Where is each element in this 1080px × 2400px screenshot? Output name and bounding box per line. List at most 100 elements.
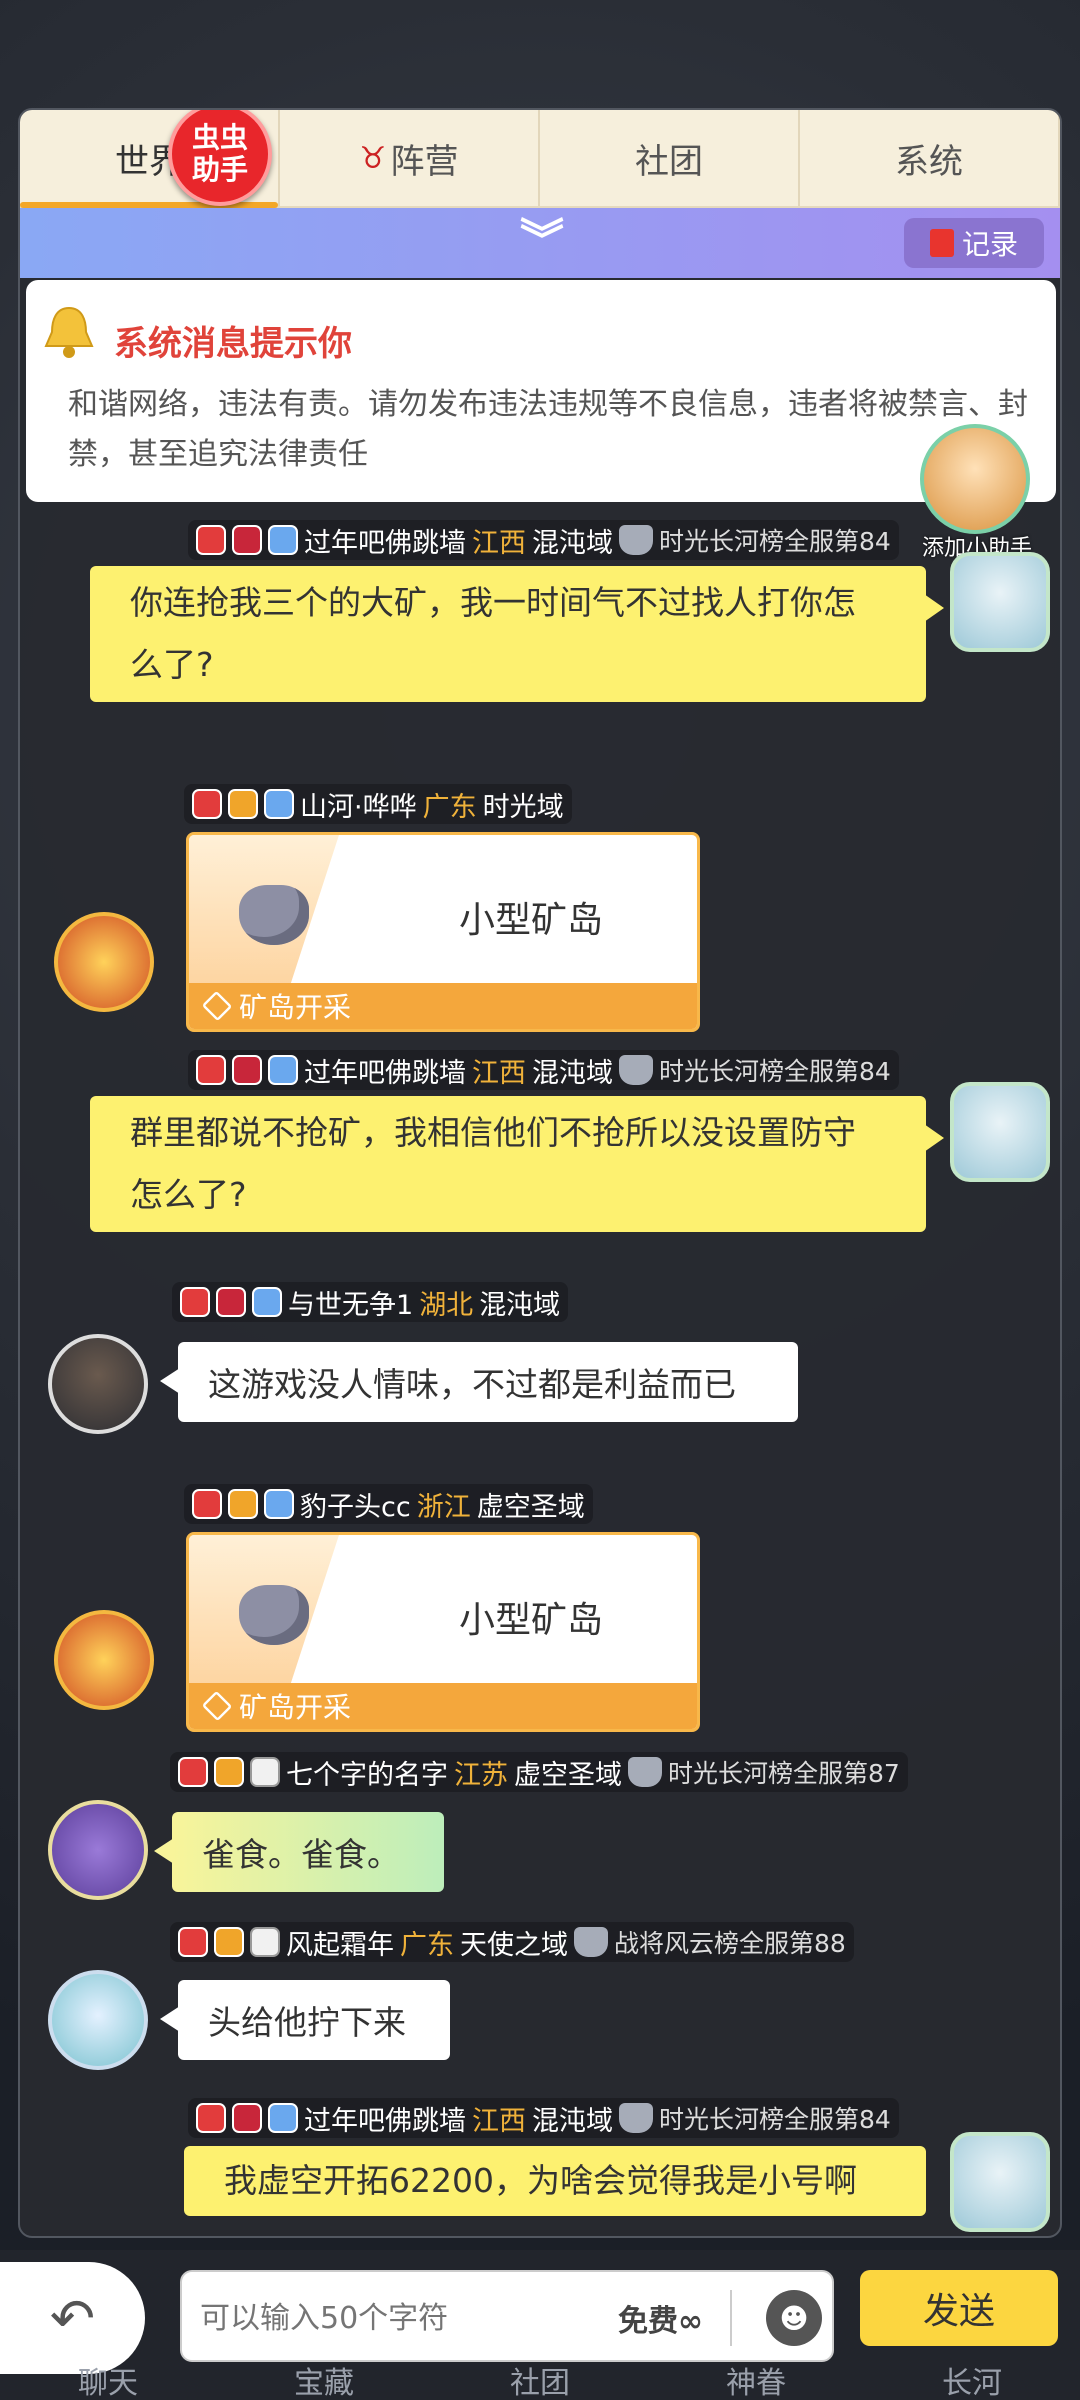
avatar[interactable] — [54, 912, 154, 1012]
avatar[interactable] — [950, 1082, 1050, 1182]
sender-server: 时光域 — [482, 791, 564, 823]
message-bubble: 这游戏没人情味，不过都是利益而已 — [160, 1342, 798, 1422]
system-notice: 系统消息提示你 和谐网络，违法有责。请勿发布违法违规等不良信息，违者将被禁言、封… — [26, 280, 1056, 502]
rank-text: 时光长河榜全服第84 — [659, 2105, 891, 2134]
message-bubble: 头给他拧下来 — [160, 1980, 450, 2060]
trophy-icon — [619, 525, 653, 555]
rank-label: 战将风云榜全服第88 — [574, 1924, 846, 1960]
add-helper-avatar[interactable] — [920, 424, 1030, 534]
male-icon — [252, 1287, 282, 1317]
sender-server: 虚空圣域 — [476, 1491, 585, 1523]
ore-island-card[interactable]: 小型矿岛 矿岛开采 — [186, 832, 700, 1032]
sender-server: 混沌域 — [532, 527, 613, 559]
input-bar: ↶ 免费∞ ☻ 发送 聊天 宝藏 社团 神眷 长河 — [0, 2250, 1080, 2400]
avatar[interactable] — [48, 1970, 148, 2070]
sender-name[interactable]: 与世无争1 — [288, 1283, 413, 1322]
rank-label: 时光长河榜全服第84 — [619, 522, 891, 558]
ore-island-card[interactable]: 小型矿岛 矿岛开采 — [186, 1532, 700, 1732]
vip-badge-icon — [214, 1757, 244, 1787]
sender-name[interactable]: 过年吧佛跳墙 — [304, 2099, 466, 2138]
nav-treasure[interactable]: 宝藏 — [294, 2358, 354, 2400]
sender-province: 广东 — [422, 791, 477, 823]
vip-badge-icon — [228, 789, 258, 819]
rank-text: 时光长河榜全服第84 — [659, 527, 891, 556]
helper-badge-label: 虫虫 助手 — [191, 121, 248, 186]
nav-chat[interactable]: 聊天 — [78, 2358, 138, 2400]
sender-name[interactable]: 豹子头cc — [300, 1485, 411, 1524]
notice-title: 系统消息提示你 — [114, 324, 352, 364]
collapse-bar[interactable]: ︾ 记录 — [20, 208, 1060, 278]
sender-province: 湖北 — [419, 1289, 474, 1321]
rank-text: 时光长河榜全服第87 — [668, 1759, 900, 1788]
message-bubble: 群里都说不抢矿，我相信他们不抢所以没设置防守怎么了? — [90, 1096, 944, 1232]
male-icon — [268, 2103, 298, 2133]
chevron-down-icon[interactable]: ︾ — [520, 216, 564, 266]
level-badge-icon — [178, 1927, 208, 1957]
male-icon — [268, 1055, 298, 1085]
message-meta: 过年吧佛跳墙 江西 混沌域 时光长河榜全服第84 — [188, 520, 899, 560]
tab-system[interactable]: 系统 — [800, 110, 1060, 206]
message-meta: 过年吧佛跳墙 江西 混沌域 时光长河榜全服第84 — [188, 1050, 899, 1090]
send-button[interactable]: 发送 — [860, 2270, 1058, 2346]
avatar[interactable] — [48, 1334, 148, 1434]
tab-camp[interactable]: ♉ 阵营 — [280, 110, 540, 206]
notice-body: 和谐网络，违法有责。请勿发布违法违规等不良信息，违者将被禁言、封禁，甚至追究法律… — [68, 387, 1028, 472]
tab-club[interactable]: 社团 — [540, 110, 800, 206]
trophy-icon — [619, 2103, 653, 2133]
male-icon — [268, 525, 298, 555]
sender-server: 混沌域 — [532, 2105, 613, 2137]
camp-badge-icon — [232, 1055, 262, 1085]
avatar[interactable] — [950, 552, 1050, 652]
sender-server: 虚空圣域 — [514, 1759, 622, 1791]
bell-icon — [44, 306, 94, 358]
free-label: 免费∞ — [618, 2304, 703, 2339]
vip-badge-icon — [228, 1489, 258, 1519]
level-badge-icon — [192, 789, 222, 819]
nav-club[interactable]: 社团 — [510, 2358, 570, 2400]
avatar[interactable] — [54, 1610, 154, 1710]
nav-blessing[interactable]: 神眷 — [726, 2358, 786, 2400]
sender-name[interactable]: 过年吧佛跳墙 — [304, 521, 466, 560]
sender-province: 江西 — [472, 527, 526, 559]
sender-province: 江西 — [472, 1057, 526, 1089]
input-divider — [730, 2290, 732, 2346]
message-meta: 与世无争1 湖北 混沌域 — [172, 1282, 569, 1322]
tab-camp-label: 阵营 — [390, 141, 459, 182]
sender-province: 江苏 — [454, 1759, 508, 1791]
record-icon — [929, 229, 954, 257]
chat-panel: 世界 ♉ 阵营 社团 系统 虫虫 助手 ︾ 记录 系统消息提示你 和谐网络，违法有… — [18, 108, 1062, 2238]
chat-input[interactable] — [200, 2290, 600, 2346]
rank-text: 战将风云榜全服第88 — [614, 1929, 846, 1958]
ore-card-title: 小型矿岛 — [459, 900, 604, 941]
message-meta: 七个字的名字 江苏 虚空圣域 时光长河榜全服第87 — [170, 1752, 908, 1792]
sender-name[interactable]: 风起霜年 — [286, 1923, 394, 1962]
ore-card-footer: 矿岛开采 — [189, 983, 697, 1029]
ore-rock-icon — [239, 1585, 309, 1645]
trophy-icon — [574, 1927, 608, 1957]
record-button[interactable]: 记录 — [904, 218, 1044, 268]
chat-input-box[interactable]: 免费∞ ☻ — [180, 2270, 834, 2362]
avatar[interactable] — [950, 2132, 1050, 2232]
level-badge-icon — [196, 1055, 226, 1085]
sender-server: 混沌域 — [479, 1289, 561, 1321]
rank-label: 时光长河榜全服第84 — [619, 1052, 891, 1088]
message-bubble: 我虚空开拓62200，为啥会觉得我是小号啊 — [184, 2146, 926, 2216]
ore-mining-icon — [201, 990, 233, 1022]
nav-river[interactable]: 长河 — [942, 2358, 1002, 2400]
avatar[interactable] — [48, 1800, 148, 1900]
male-icon — [264, 789, 294, 819]
sender-province: 浙江 — [416, 1491, 471, 1523]
level-badge-icon — [178, 1757, 208, 1787]
sender-name[interactable]: 山河·哗哗 — [300, 785, 417, 824]
rank-label: 时光长河榜全服第84 — [619, 2100, 891, 2136]
sender-name[interactable]: 过年吧佛跳墙 — [304, 1051, 466, 1090]
chat-tabs: 世界 ♉ 阵营 社团 系统 虫虫 助手 — [20, 110, 1060, 208]
message-list[interactable]: 添加小助手 过年吧佛跳墙 江西 混沌域 时光长河榜全服第84 你连抢我三个的大矿… — [20, 424, 1060, 2236]
sender-name[interactable]: 七个字的名字 — [286, 1753, 448, 1792]
ore-card-footer: 矿岛开采 — [189, 1683, 697, 1729]
level-badge-icon — [192, 1489, 222, 1519]
ore-footer-label: 矿岛开采 — [239, 991, 352, 1024]
message-meta: 风起霜年 广东 天使之域 战将风云榜全服第88 — [170, 1922, 854, 1962]
message-meta: 山河·哗哗 广东 时光域 — [184, 784, 572, 824]
emoji-icon[interactable]: ☻ — [766, 2290, 822, 2346]
